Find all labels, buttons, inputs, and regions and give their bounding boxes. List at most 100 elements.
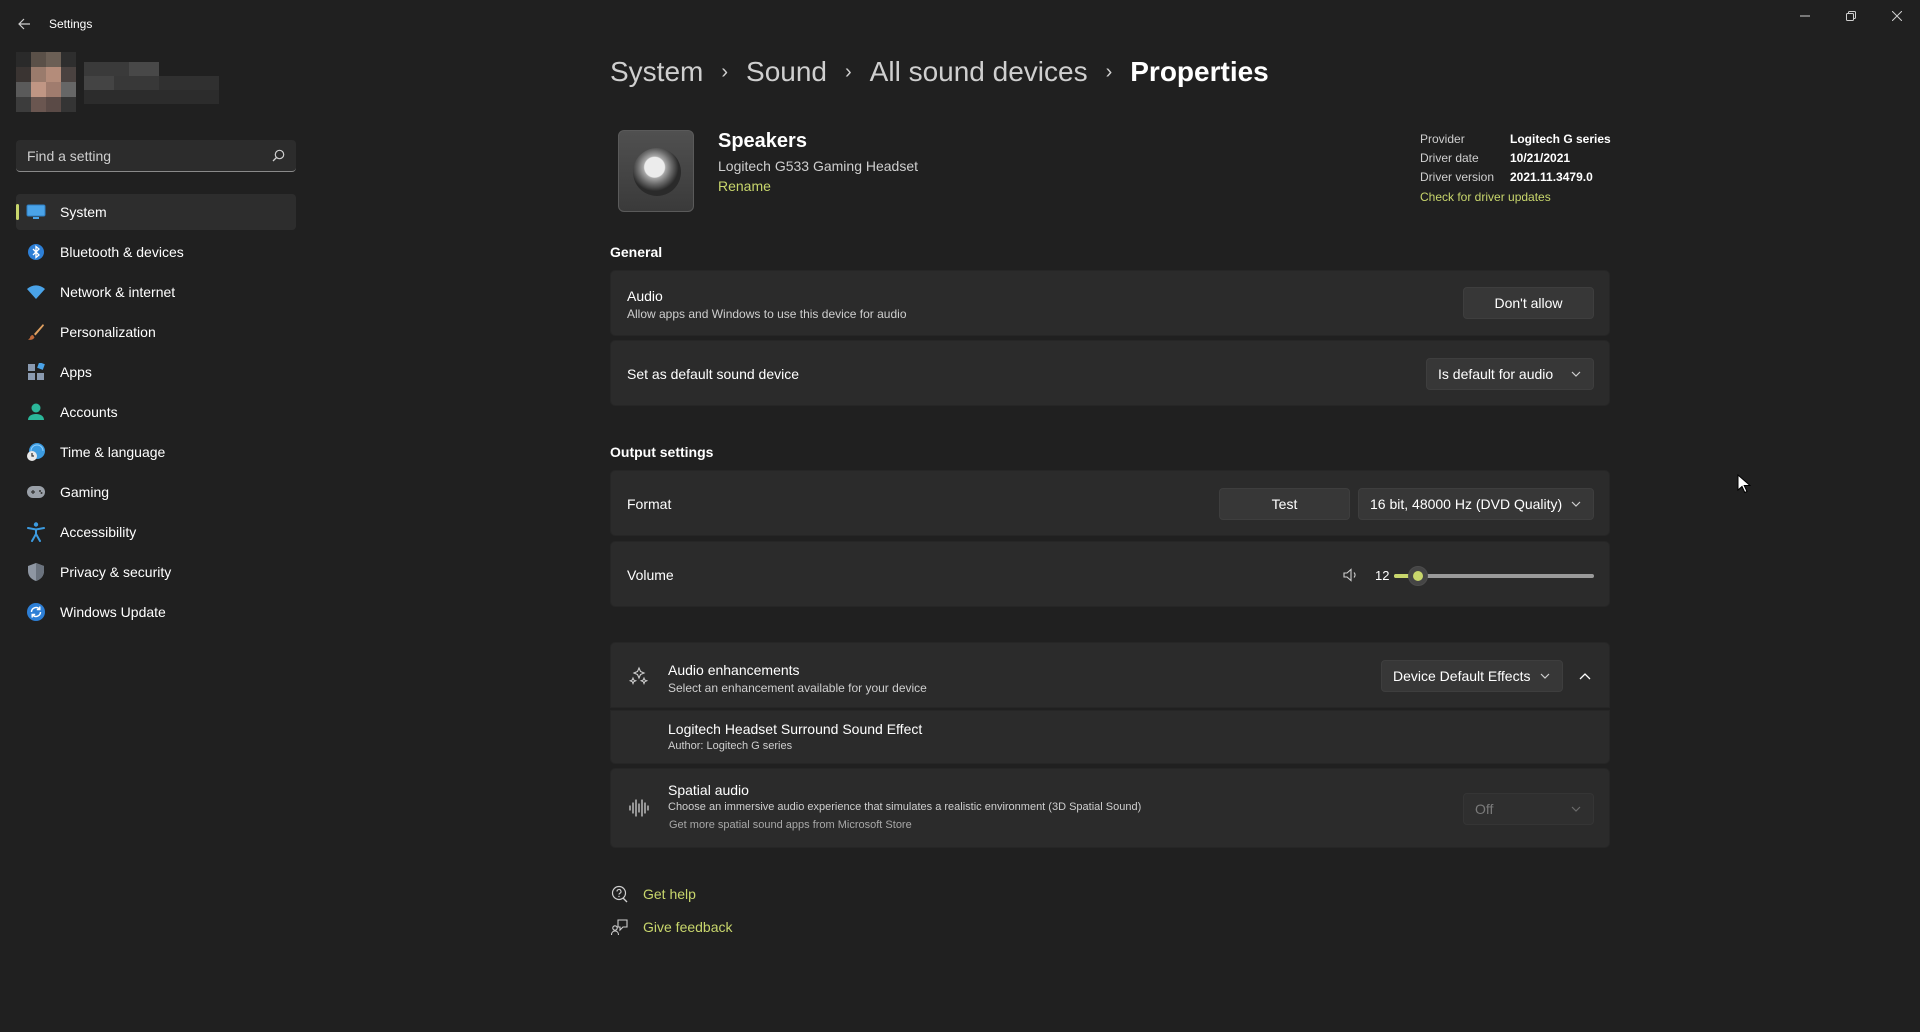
- spatial-store-link[interactable]: Get more spatial sound apps from Microso…: [669, 819, 912, 831]
- minimize-icon: [1800, 15, 1810, 17]
- sidebar-item-label: Time & language: [60, 444, 166, 460]
- search-icon[interactable]: [272, 149, 285, 162]
- sidebar-item-apps[interactable]: Apps: [16, 354, 296, 390]
- sidebar-item-windows-update[interactable]: Windows Update: [16, 594, 296, 630]
- default-device-card: Set as default sound device Is default f…: [610, 340, 1610, 406]
- default-device-value: Is default for audio: [1438, 366, 1554, 382]
- app-title: Settings: [49, 17, 93, 31]
- audio-enhancements-card: Audio enhancements Select an enhancement…: [610, 642, 1610, 708]
- breadcrumb-all-sound-devices[interactable]: All sound devices: [870, 56, 1088, 88]
- speaker-icon: [618, 130, 694, 212]
- spatial-audio-title: Spatial audio: [668, 782, 749, 798]
- enhancements-value: Device Default Effects: [1393, 668, 1531, 684]
- volume-slider-thumb[interactable]: [1408, 566, 1428, 586]
- shield-icon: [26, 562, 46, 582]
- sidebar-item-accessibility[interactable]: Accessibility: [16, 514, 296, 550]
- device-name: Speakers: [718, 130, 807, 152]
- volume-slider[interactable]: [1394, 566, 1594, 586]
- sidebar-item-label: Network & internet: [60, 284, 176, 300]
- spatial-audio-desc: Choose an immersive audio experience tha…: [668, 801, 1142, 813]
- close-button[interactable]: [1874, 0, 1920, 32]
- format-card: Format Test 16 bit, 48000 Hz (DVD Qualit…: [610, 470, 1610, 536]
- sidebar-item-personalization[interactable]: Personalization: [16, 314, 296, 350]
- chevron-down-icon: [1540, 673, 1550, 679]
- audio-desc: Allow apps and Windows to use this devic…: [627, 307, 907, 321]
- check-driver-updates-link[interactable]: Check for driver updates: [1420, 190, 1611, 204]
- sidebar-item-label: System: [60, 204, 107, 220]
- search-box[interactable]: [16, 140, 296, 172]
- sidebar: System Bluetooth & devices Network & int…: [0, 48, 310, 1032]
- enhancements-dropdown[interactable]: Device Default Effects: [1381, 660, 1563, 692]
- get-help-link[interactable]: Get help: [643, 886, 696, 902]
- accessibility-icon: [26, 522, 46, 542]
- spatial-audio-dropdown[interactable]: Off: [1463, 793, 1594, 825]
- chevron-down-icon: [1571, 806, 1581, 812]
- globe-clock-icon: [26, 442, 46, 462]
- search-input[interactable]: [27, 147, 262, 164]
- minimize-button[interactable]: [1782, 0, 1828, 32]
- enhancements-desc: Select an enhancement available for your…: [668, 681, 927, 695]
- avatar: [16, 52, 78, 114]
- sidebar-item-system[interactable]: System: [16, 194, 296, 230]
- monitor-icon: [26, 202, 46, 222]
- chevron-up-icon: [1579, 673, 1591, 680]
- enhancements-icon: [628, 666, 649, 691]
- sidebar-item-label: Accounts: [60, 404, 118, 420]
- get-help-row[interactable]: Get help: [610, 884, 696, 904]
- sidebar-item-label: Personalization: [60, 324, 156, 340]
- collapse-button[interactable]: [1579, 669, 1591, 687]
- test-button[interactable]: Test: [1219, 488, 1350, 520]
- sidebar-item-time-language[interactable]: Time & language: [16, 434, 296, 470]
- mouse-cursor-icon: [1737, 474, 1751, 494]
- breadcrumb-system[interactable]: System: [610, 56, 703, 88]
- spatial-audio-card: Spatial audio Choose an immersive audio …: [610, 768, 1610, 848]
- driver-version-value: 2021.11.3479.0: [1510, 170, 1593, 184]
- default-device-title: Set as default sound device: [627, 366, 800, 382]
- spatial-audio-value: Off: [1475, 801, 1494, 817]
- user-profile[interactable]: [16, 52, 219, 114]
- sidebar-item-label: Gaming: [60, 484, 110, 500]
- device-model: Logitech G533 Gaming Headset: [718, 158, 919, 174]
- driver-date-value: 10/21/2021: [1510, 151, 1571, 165]
- nav-menu: System Bluetooth & devices Network & int…: [16, 194, 296, 634]
- give-feedback-row[interactable]: Give feedback: [610, 917, 733, 937]
- brush-icon: [26, 322, 46, 342]
- dont-allow-button[interactable]: Don't allow: [1463, 287, 1594, 319]
- rename-link[interactable]: Rename: [718, 178, 771, 194]
- breadcrumb-separator: ›: [845, 60, 852, 83]
- effect-name: Logitech Headset Surround Sound Effect: [668, 721, 923, 737]
- back-button[interactable]: [12, 12, 36, 36]
- person-icon: [26, 402, 46, 422]
- sidebar-item-network[interactable]: Network & internet: [16, 274, 296, 310]
- chevron-down-icon: [1571, 371, 1581, 377]
- sidebar-item-label: Privacy & security: [60, 564, 172, 580]
- sidebar-item-bluetooth[interactable]: Bluetooth & devices: [16, 234, 296, 270]
- apps-icon: [26, 362, 46, 382]
- sidebar-item-privacy-security[interactable]: Privacy & security: [16, 554, 296, 590]
- restore-button[interactable]: [1828, 0, 1874, 32]
- volume-title: Volume: [627, 567, 674, 583]
- default-device-dropdown[interactable]: Is default for audio: [1426, 358, 1594, 390]
- spatial-audio-icon: [628, 798, 650, 823]
- breadcrumb-sound[interactable]: Sound: [746, 56, 827, 88]
- volume-value: 12: [1375, 568, 1390, 583]
- driver-info: Provider Logitech G series Driver date 1…: [1420, 132, 1611, 204]
- sidebar-item-label: Windows Update: [60, 604, 166, 620]
- general-section-title: General: [610, 244, 663, 260]
- give-feedback-link[interactable]: Give feedback: [643, 919, 733, 935]
- sidebar-item-gaming[interactable]: Gaming: [16, 474, 296, 510]
- title-bar: Settings: [0, 0, 1920, 48]
- sidebar-item-label: Apps: [60, 364, 92, 380]
- sidebar-item-accounts[interactable]: Accounts: [16, 394, 296, 430]
- feedback-icon: [610, 917, 630, 937]
- breadcrumb-separator: ›: [1105, 60, 1113, 83]
- volume-mute-button[interactable]: [1343, 568, 1359, 587]
- profile-name-blurred: [84, 62, 219, 104]
- wifi-icon: [26, 282, 46, 302]
- chevron-down-icon: [1571, 501, 1581, 507]
- driver-version-label: Driver version: [1420, 170, 1495, 184]
- breadcrumb-separator: ›: [721, 60, 729, 83]
- audio-title: Audio: [627, 288, 663, 304]
- restore-icon: [1846, 11, 1856, 21]
- format-dropdown[interactable]: 16 bit, 48000 Hz (DVD Quality): [1358, 488, 1594, 520]
